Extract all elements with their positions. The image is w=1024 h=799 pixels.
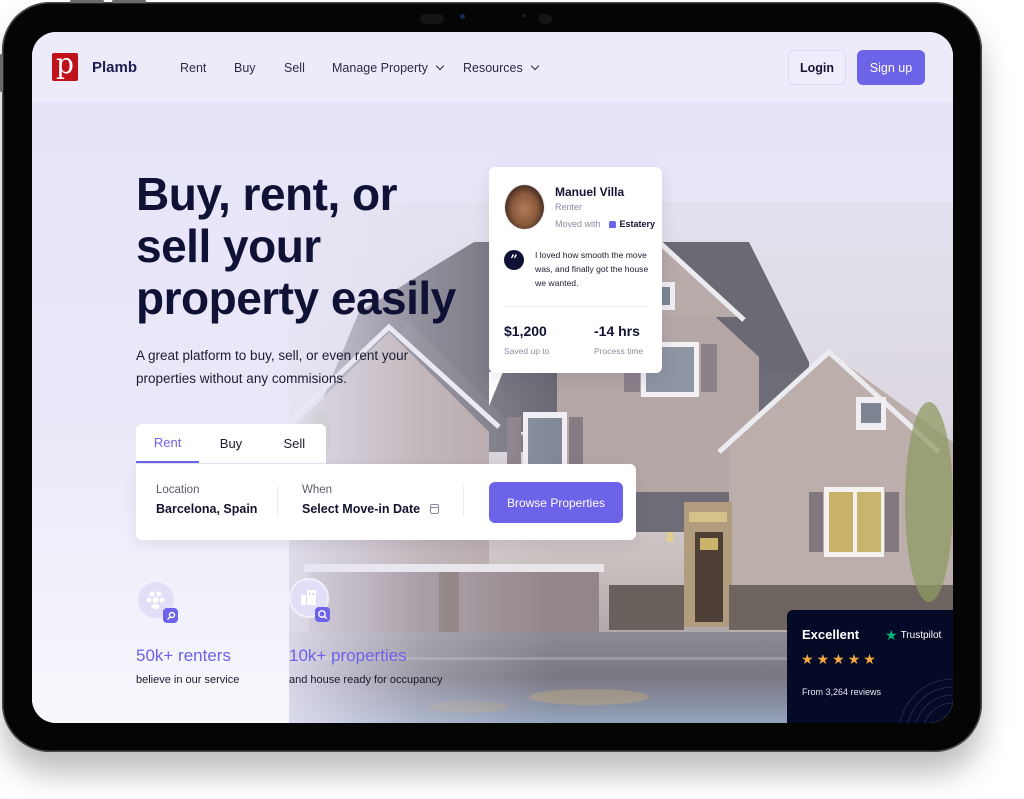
reviewer-role: Renter <box>555 202 583 212</box>
nav-buy[interactable]: Buy <box>234 61 256 75</box>
search-tabs: Rent Buy Sell <box>136 424 326 464</box>
field-divider <box>277 486 278 516</box>
logo[interactable]: p <box>52 47 78 81</box>
search-icon <box>315 607 330 622</box>
move-in-date-field[interactable]: When Select Move-in Date <box>302 484 440 516</box>
card-divider <box>504 306 647 307</box>
volume-button <box>70 0 104 3</box>
moved-with: Moved with Estatery <box>555 219 655 229</box>
trustpilot-star-icon: ★ <box>885 627 898 643</box>
process-time-value: -14 hrs <box>594 323 640 339</box>
nav-rent-label: Rent <box>180 61 207 75</box>
star-rating: ★ ★ ★ ★ ★ <box>801 652 876 666</box>
trustpilot-card: Excellent ★ Trustpilot ★ ★ ★ ★ ★ From 3,2… <box>787 610 953 723</box>
estatery-icon <box>608 220 616 228</box>
nav-resources[interactable]: Resources <box>463 61 539 75</box>
chevron-down-icon <box>435 61 445 71</box>
properties-subtext: and house ready for occupancy <box>289 674 443 686</box>
star-icon: ★ <box>801 651 814 667</box>
process-time-label: Process time <box>594 346 644 356</box>
hero-subtext: A great platform to buy, sell, or even r… <box>136 348 409 386</box>
nav-rent[interactable]: Rent <box>180 61 206 75</box>
key-icon <box>163 608 178 623</box>
quote-icon: ” <box>504 250 524 270</box>
calendar-icon[interactable] <box>430 504 440 514</box>
avatar <box>504 184 545 230</box>
camera-icon <box>460 14 465 19</box>
saved-label: Saved up to <box>504 346 550 356</box>
star-icon: ★ <box>847 651 861 667</box>
signup-button[interactable]: Sign up <box>857 50 925 85</box>
moved-with-label: Moved with <box>555 219 601 229</box>
when-label: When <box>302 484 333 496</box>
nav-manage-property[interactable]: Manage Property <box>332 61 445 75</box>
trustpilot-label: Trustpilot <box>900 629 942 641</box>
location-field[interactable]: Location Barcelona, Spain <box>156 484 257 516</box>
rating-label: Excellent <box>802 627 860 642</box>
volume-button <box>112 0 146 3</box>
browse-properties-button[interactable]: Browse Properties <box>489 482 623 523</box>
screen: p Plamb Rent Buy Sell Manage Property Re… <box>32 32 953 723</box>
star-icon: ★ <box>816 651 830 667</box>
when-value[interactable]: Select Move-in Date <box>302 502 420 516</box>
reviewer-name: Manuel Villa <box>555 185 625 199</box>
location-label: Location <box>156 484 200 496</box>
review-count: From 3,264 reviews <box>802 687 882 697</box>
card-pointer <box>489 372 503 406</box>
saved-value: $1,200 <box>504 323 547 339</box>
tab-rent[interactable]: Rent <box>136 424 200 463</box>
top-nav: p Plamb Rent Buy Sell Manage Property Re… <box>32 32 953 102</box>
login-button[interactable]: Login <box>788 50 846 85</box>
star-icon: ★ <box>832 651 845 667</box>
nav-sell-label: Sell <box>284 61 305 75</box>
side-button <box>0 54 3 92</box>
nav-manage-property-label: Manage Property <box>332 61 428 75</box>
testimonial-card: Manuel Villa Renter Moved with Estatery … <box>489 167 662 373</box>
location-value[interactable]: Barcelona, Spain <box>156 502 257 516</box>
testimonial-quote: I loved how smooth the move was, and fin… <box>535 250 649 288</box>
decorative-arcs <box>899 678 953 723</box>
chevron-down-icon <box>530 61 539 71</box>
tablet-frame: p Plamb Rent Buy Sell Manage Property Re… <box>0 0 982 752</box>
nav-sell[interactable]: Sell <box>284 61 305 75</box>
search-box: Location Barcelona, Spain When Select Mo… <box>136 464 636 540</box>
tab-buy[interactable]: Buy <box>199 424 262 463</box>
properties-stat: 10k+ properties <box>289 646 407 665</box>
trustpilot-brand: ★ Trustpilot <box>885 628 941 642</box>
camera-bar <box>420 12 580 26</box>
renters-stat: 50k+ renters <box>136 646 231 665</box>
renters-subtext: believe in our service <box>136 674 240 686</box>
nav-buy-label: Buy <box>234 61 256 75</box>
brand-name[interactable]: Plamb <box>92 59 137 76</box>
field-divider <box>463 486 464 516</box>
logo-letter: p <box>56 47 74 80</box>
tab-sell[interactable]: Sell <box>263 424 326 463</box>
hero-headline: Buy, rent, or sell your property easily <box>136 168 456 324</box>
nav-resources-label: Resources <box>463 61 523 75</box>
company-name: Estatery <box>619 219 656 229</box>
